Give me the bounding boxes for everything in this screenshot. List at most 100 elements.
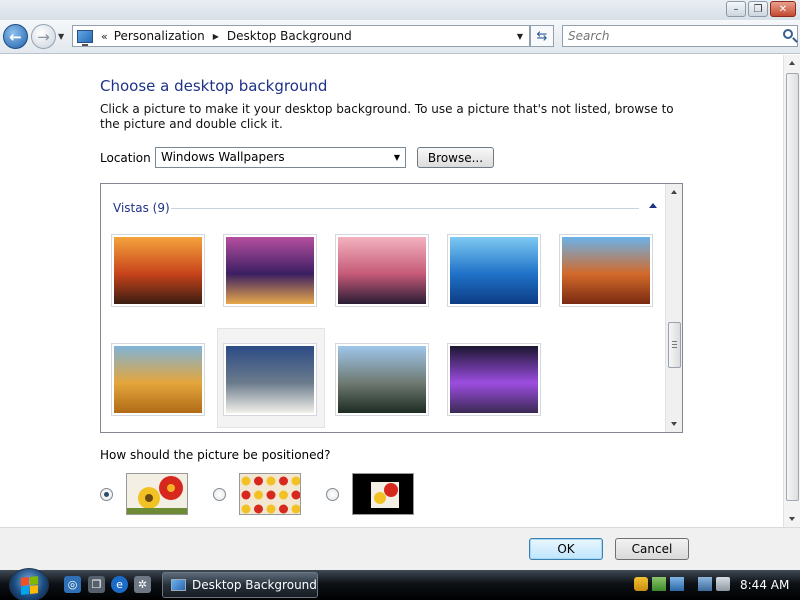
wallpaper-dunes-image xyxy=(114,346,202,413)
tile-flower xyxy=(254,476,263,486)
tile-flower xyxy=(241,476,251,486)
wallpaper-thumbnail[interactable] xyxy=(335,343,429,416)
volume-muted-icon[interactable] xyxy=(716,577,730,591)
tile-flower xyxy=(279,476,288,486)
ok-button[interactable]: OK xyxy=(529,538,603,560)
breadcrumb-personalization[interactable]: Personalization xyxy=(114,29,205,43)
media-center-icon[interactable]: ◎ xyxy=(64,576,81,593)
recent-pages-dropdown[interactable]: ▼ xyxy=(58,32,64,41)
grip-icon xyxy=(672,341,677,348)
wallpaper-thumbnail[interactable] xyxy=(223,343,317,416)
games-icon[interactable]: ✲ xyxy=(134,576,151,593)
control-panel-icon xyxy=(77,29,93,46)
scroll-up-arrow[interactable] xyxy=(671,190,677,194)
tile-flower xyxy=(291,490,300,500)
tile-flower xyxy=(291,504,300,514)
tile-flower xyxy=(291,476,300,486)
search-box xyxy=(562,25,798,47)
tile-flower xyxy=(266,476,276,486)
chevron-down-icon: ▼ xyxy=(393,153,400,162)
wallpaper-thumbnail[interactable] xyxy=(111,234,205,307)
chevron-right-icon[interactable]: ▶ xyxy=(213,32,219,41)
group-title[interactable]: Vistas (9) xyxy=(113,201,170,215)
sidebar-icon[interactable] xyxy=(670,577,684,591)
dialog-footer: OK Cancel xyxy=(0,527,800,570)
position-center-preview[interactable] xyxy=(352,473,414,515)
system-tray: 8:44 AM xyxy=(626,570,800,600)
group-divider xyxy=(171,208,639,209)
wallpaper-ocean-pier-image xyxy=(450,237,538,304)
search-input[interactable] xyxy=(563,26,763,46)
security-shield-icon[interactable] xyxy=(634,577,648,591)
start-button[interactable] xyxy=(9,568,49,600)
flower-center-image xyxy=(353,474,413,514)
page-scrollbar[interactable] xyxy=(783,55,800,527)
wallpaper-mountain-lake-image xyxy=(226,346,314,413)
control-panel-icon xyxy=(171,579,186,591)
wallpaper-rock-sunset-image xyxy=(338,237,426,304)
cancel-button[interactable]: Cancel xyxy=(615,538,689,560)
updates-icon[interactable] xyxy=(652,577,666,591)
wallpaper-thumbnail[interactable] xyxy=(447,343,541,416)
radio-fit[interactable] xyxy=(100,488,113,501)
network-icon[interactable] xyxy=(698,577,712,591)
scroll-thumb[interactable] xyxy=(668,322,681,368)
tile-flower xyxy=(279,504,288,514)
position-question: How should the picture be positioned? xyxy=(100,448,331,462)
wallpaper-rock-arch-image xyxy=(562,237,650,304)
location-select[interactable]: Windows Wallpapers ▼ xyxy=(155,147,406,168)
wallpaper-thumbnail[interactable] xyxy=(447,234,541,307)
forward-button[interactable]: → xyxy=(31,24,56,49)
scroll-down-arrow[interactable] xyxy=(671,422,677,426)
taskbar-window-button[interactable]: Desktop Background xyxy=(162,572,318,598)
maximize-button[interactable]: ❐ xyxy=(748,1,768,17)
taskbar: ◎ ❐ e ✲ Desktop Background 8:44 AM xyxy=(0,568,800,600)
gallery-scrollbar[interactable] xyxy=(665,184,682,432)
scroll-up-arrow[interactable] xyxy=(789,61,795,65)
refresh-button[interactable]: ⇆ xyxy=(530,25,554,47)
wallpaper-thumbnail[interactable] xyxy=(223,234,317,307)
wallpaper-cliffs-image xyxy=(338,346,426,413)
switch-windows-icon[interactable]: ❐ xyxy=(88,576,105,593)
tile-flower xyxy=(266,490,276,500)
windows-logo-icon xyxy=(20,575,38,595)
tile-flower xyxy=(266,504,276,514)
main-content: Choose a desktop background Click a pict… xyxy=(0,55,782,527)
breadcrumb-overflow[interactable]: « xyxy=(101,30,108,43)
breadcrumb-desktop-background[interactable]: Desktop Background xyxy=(227,29,352,43)
address-dropdown-icon[interactable]: ▼ xyxy=(517,32,523,41)
radio-center[interactable] xyxy=(326,488,339,501)
tile-flower xyxy=(241,504,251,514)
collapse-icon[interactable] xyxy=(649,203,657,208)
location-label: Location xyxy=(100,151,151,165)
position-fit-preview[interactable] xyxy=(126,473,188,515)
close-button[interactable]: ✕ xyxy=(770,1,796,17)
tile-flower xyxy=(279,490,288,500)
breadcrumb[interactable]: « Personalization ▶ Desktop Background ▼ xyxy=(72,25,530,47)
page-title: Choose a desktop background xyxy=(100,77,328,95)
wallpaper-canyon-sunset-image xyxy=(114,237,202,304)
internet-explorer-icon[interactable]: e xyxy=(111,576,128,593)
title-bar: – ❐ ✕ xyxy=(0,0,800,20)
wallpaper-thumbnail[interactable] xyxy=(335,234,429,307)
back-button[interactable]: ← xyxy=(3,24,28,49)
taskbar-window-label: Desktop Background xyxy=(192,578,317,592)
search-icon[interactable] xyxy=(783,29,793,39)
clock[interactable]: 8:44 AM xyxy=(740,578,789,592)
tile-flower xyxy=(241,490,251,500)
wallpaper-thumbnail[interactable] xyxy=(111,343,205,416)
wallpaper-gallery: Vistas (9) xyxy=(100,183,683,433)
page-description: Click a picture to make it your desktop … xyxy=(100,102,674,131)
scroll-down-arrow[interactable] xyxy=(789,517,795,521)
wallpaper-thumbnail[interactable] xyxy=(559,234,653,307)
scroll-thumb[interactable] xyxy=(786,73,799,501)
location-value: Windows Wallpapers xyxy=(161,150,285,164)
flower-fit-image xyxy=(127,474,187,514)
address-bar: ← → ▼ « Personalization ▶ Desktop Backgr… xyxy=(0,20,800,54)
radio-tile[interactable] xyxy=(213,488,226,501)
flower-tile-image xyxy=(240,474,300,514)
minimize-button[interactable]: – xyxy=(726,1,746,17)
window-controls: – ❐ ✕ xyxy=(726,1,796,17)
position-tile-preview[interactable] xyxy=(239,473,301,515)
browse-button[interactable]: Browse... xyxy=(417,147,494,168)
